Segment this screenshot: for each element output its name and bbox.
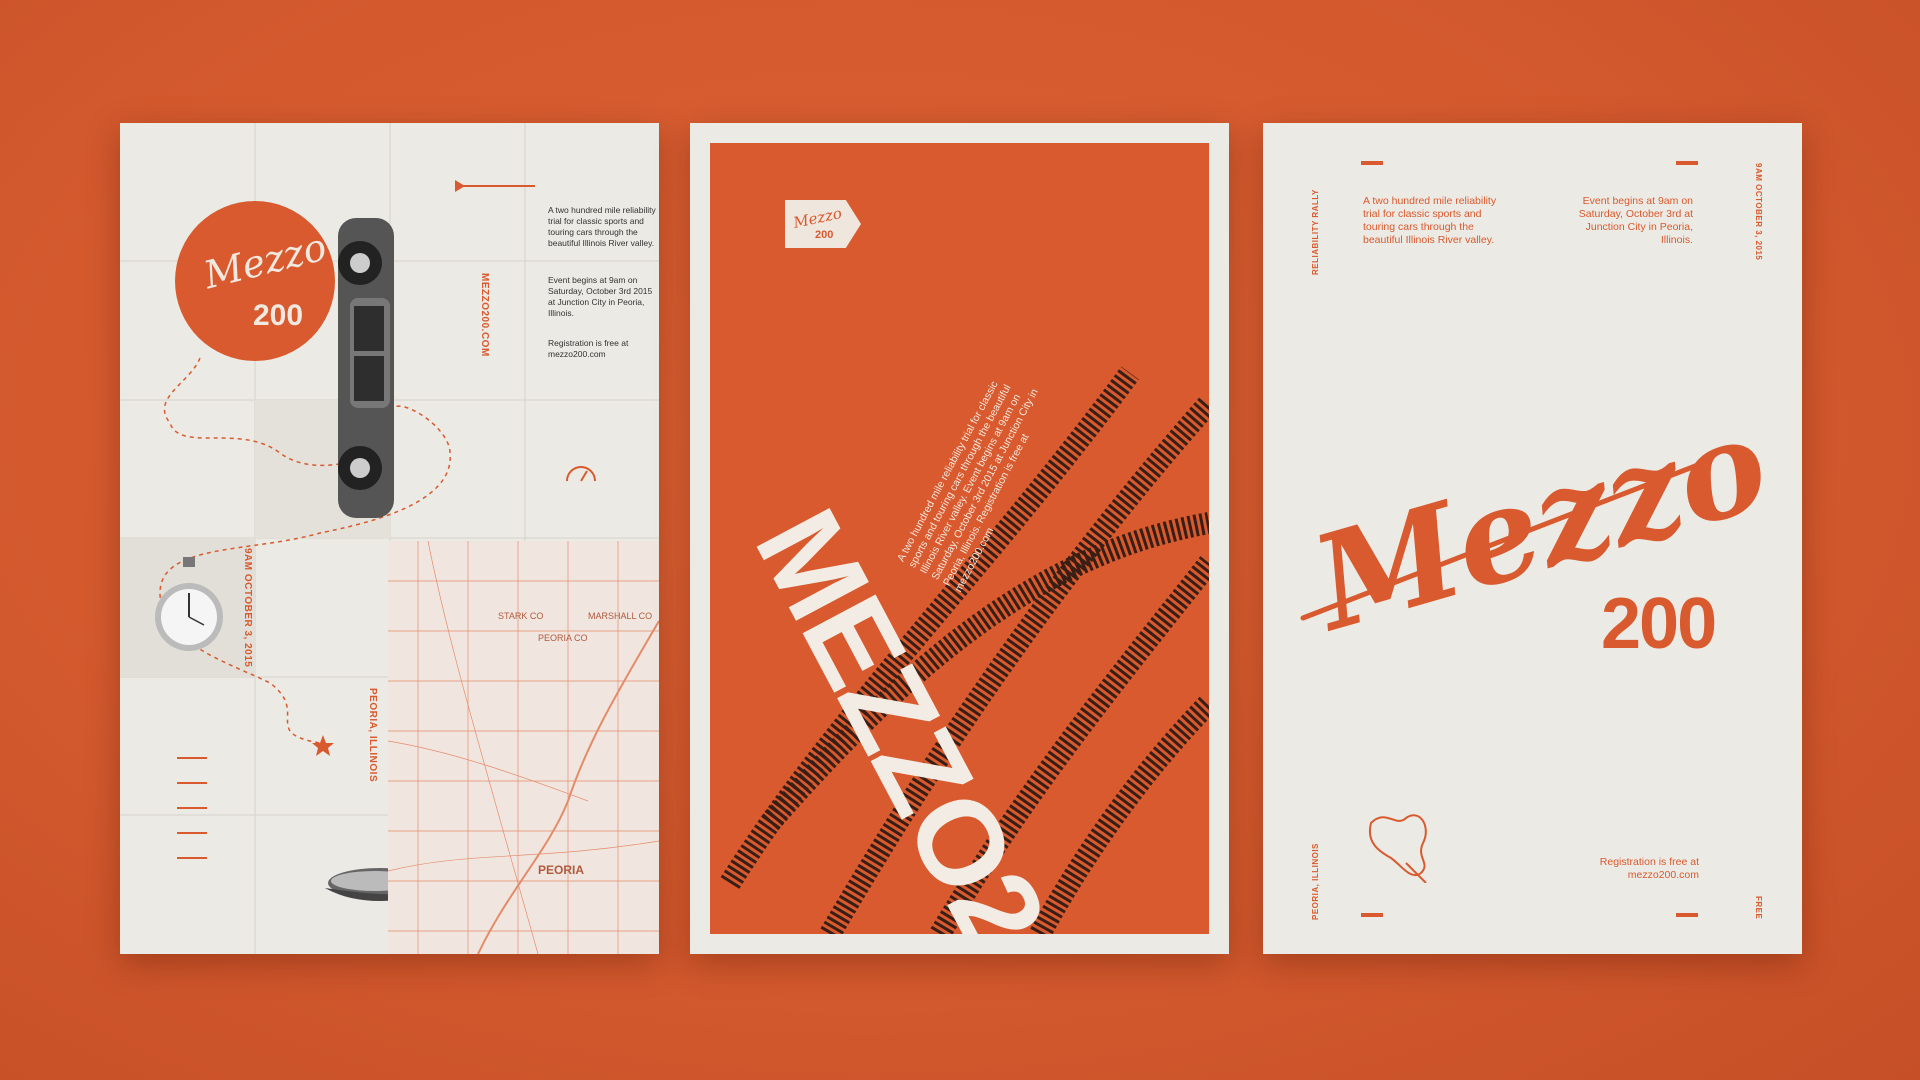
vertical-rally-label: RELIABILITY RALLY xyxy=(1311,189,1320,275)
logo-script: Mezzo xyxy=(199,224,331,298)
registration-text: Registration is free at mezzo200.com xyxy=(548,338,629,359)
event-date-text: Event begins at 9am on Saturday, October… xyxy=(548,275,653,318)
vertical-free-label: FREE xyxy=(1754,896,1763,920)
description-text: A two hundred mile reliability trial for… xyxy=(1363,195,1497,246)
description-text: A two hundred mile reliability trial for… xyxy=(548,205,656,248)
corner-mark-bottom-right xyxy=(1676,913,1698,917)
logo-number-200: 200 xyxy=(1601,584,1717,664)
poster-middle: Mezzo 200 MEZZO200 A two hundred mile re… xyxy=(690,123,1229,954)
vertical-date-label: 9AM OCTOBER 3, 2015 xyxy=(1754,163,1763,261)
car-image xyxy=(338,218,394,518)
road-map xyxy=(387,540,659,954)
vertical-place-label: PEORIA, ILLINOIS xyxy=(1311,843,1320,920)
route-outline-icon xyxy=(1368,814,1427,883)
corner-mark-top-right xyxy=(1676,161,1698,165)
map-section: STARK CO PEORIA CO MARSHALL CO PEORIA xyxy=(387,540,659,954)
scene: { "colors": { "background": "#d85a2e", "… xyxy=(0,0,1920,1080)
registration-text: Registration is free at mezzo200.com xyxy=(1599,856,1699,881)
map-label-marshall: MARSHALL CO xyxy=(588,611,653,621)
vertical-url-label: MEZZO200.COM xyxy=(479,273,490,357)
poster-right: A two hundred mile reliability trial for… xyxy=(1263,123,1802,954)
map-label-peoria: PEORIA xyxy=(538,863,585,877)
corner-mark-top-left xyxy=(1361,161,1383,165)
event-date-text: Event begins at 9am on Saturday, October… xyxy=(1578,195,1693,246)
poster-left: Mezzo 200 STARK CO PEORIA CO MARSHALL CO… xyxy=(120,123,659,954)
logo-number: 200 xyxy=(253,299,304,332)
orange-panel: Mezzo 200 MEZZO200 A two hundred mile re… xyxy=(710,143,1209,934)
map-label-stark: STARK CO xyxy=(498,611,544,621)
vertical-place-label: PEORIA, ILLINOIS xyxy=(367,688,378,783)
mezzo-logo-seal: Mezzo 200 xyxy=(175,201,335,361)
corner-mark-bottom-left xyxy=(1361,913,1383,917)
vertical-date-label: 9AM OCTOBER 3, 2015 xyxy=(242,548,253,668)
stopwatch-image xyxy=(155,557,223,651)
map-label-peoria-co: PEORIA CO xyxy=(538,633,588,643)
